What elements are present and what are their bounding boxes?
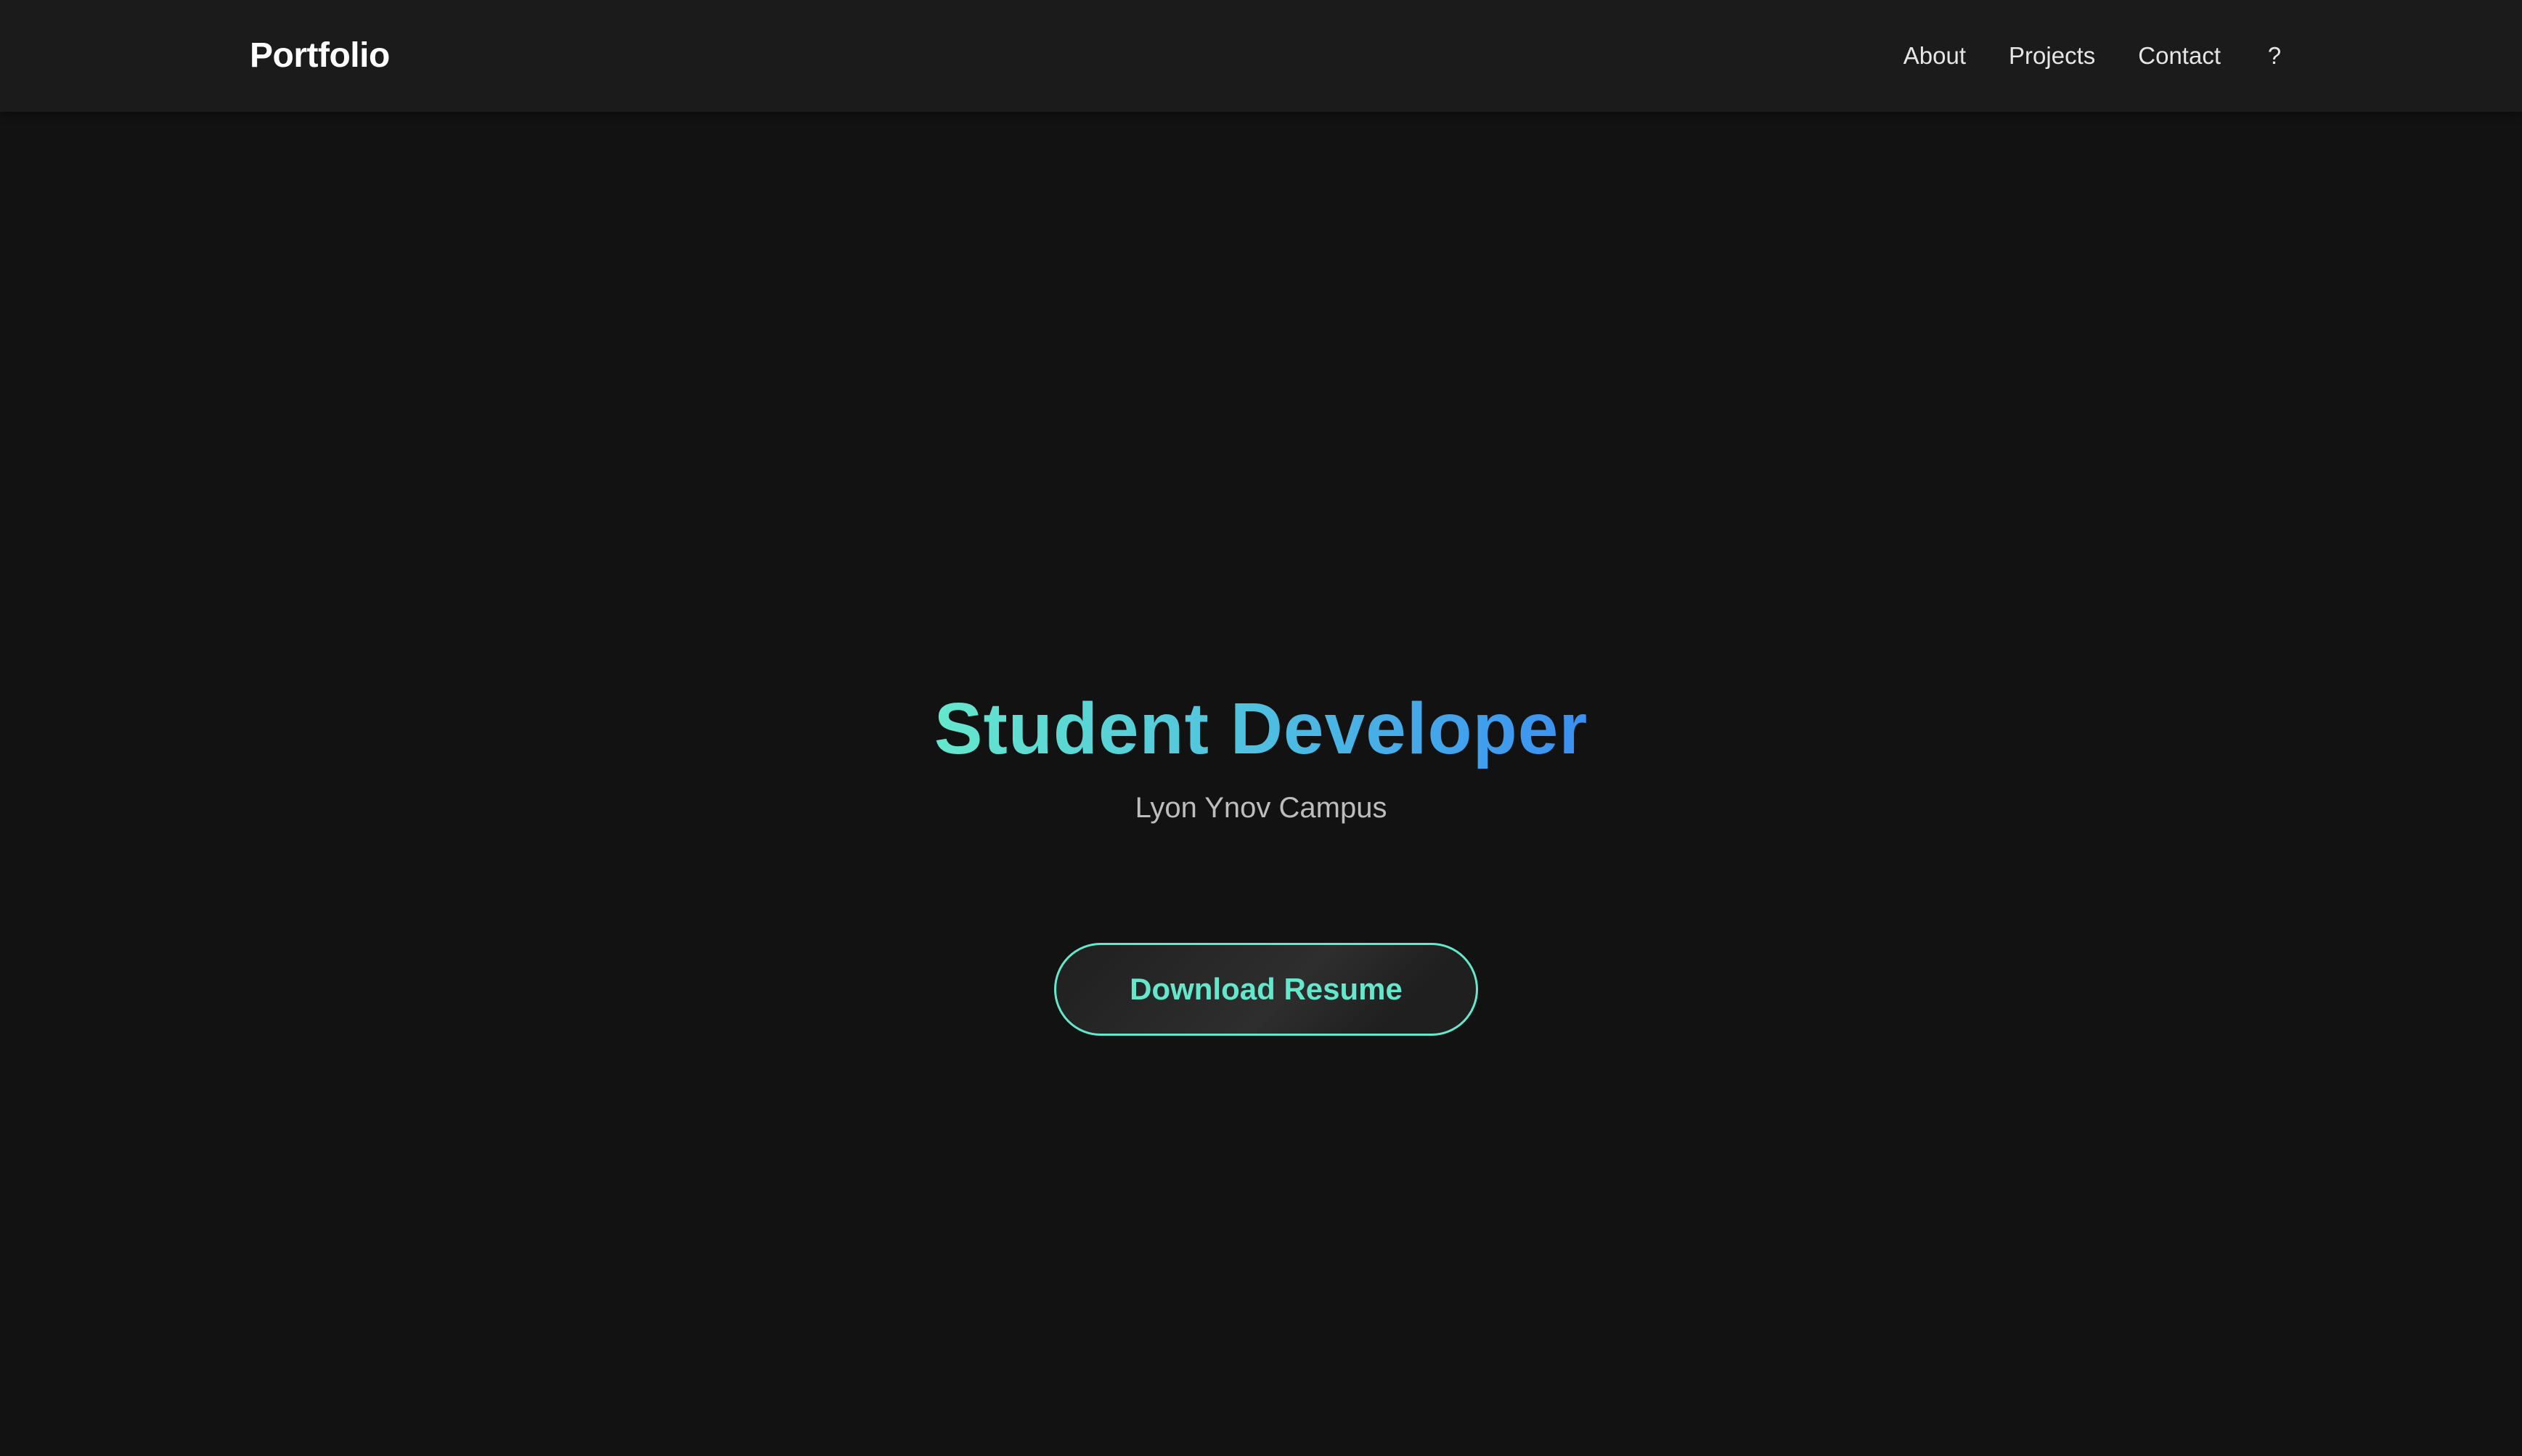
nav-link-contact[interactable]: Contact bbox=[2138, 42, 2221, 70]
site-header: Portfolio About Projects Contact ? bbox=[0, 0, 2522, 112]
brand-logo[interactable]: Portfolio bbox=[250, 0, 390, 112]
hero-section: Student Developer Lyon Ynov Campus Downl… bbox=[0, 112, 2522, 1456]
page: Portfolio About Projects Contact ? Stude… bbox=[0, 0, 2522, 1456]
nav-link-about[interactable]: About bbox=[1903, 42, 1966, 70]
hero-title: Student Developer bbox=[0, 685, 2522, 772]
hero-subtitle: Lyon Ynov Campus bbox=[1135, 792, 1387, 824]
hero-title-text: Student Developer bbox=[934, 688, 1588, 769]
help-button[interactable]: ? bbox=[2264, 42, 2285, 70]
main-nav: About Projects Contact ? bbox=[1903, 0, 2285, 112]
nav-link-projects[interactable]: Projects bbox=[2009, 42, 2095, 70]
download-resume-button[interactable]: Download Resume bbox=[1054, 943, 1478, 1036]
